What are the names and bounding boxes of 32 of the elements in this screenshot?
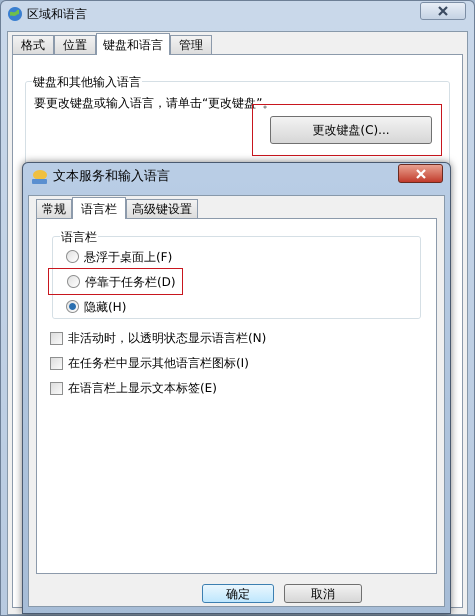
globe-icon (7, 6, 23, 22)
close-button[interactable] (420, 2, 466, 20)
checkbox[interactable] (50, 332, 63, 344)
group-title: 语言栏 (60, 228, 98, 246)
checkbox[interactable] (50, 382, 63, 394)
radio-label: 隐藏(H) (84, 298, 126, 316)
radio-label: 悬浮于桌面上(F) (84, 248, 172, 266)
dialog-button[interactable]: 确定 (202, 584, 274, 603)
checkbox-label: 在任务栏中显示其他语言栏图标(I) (68, 355, 249, 372)
tab[interactable]: 常规 (36, 199, 72, 218)
instruction-text: 要更改键盘或输入语言，请单击“更改键盘”。 (34, 95, 274, 112)
checkbox[interactable] (50, 356, 63, 370)
radio-button[interactable] (67, 275, 80, 288)
tab[interactable]: 键盘和语言 (96, 33, 170, 55)
change-keyboard-button[interactable]: 更改键盘(C)... (270, 116, 432, 144)
tab[interactable]: 语言栏 (72, 197, 126, 219)
group-title: 键盘和其他输入语言 (32, 73, 142, 91)
dialog-title: 文本服务和输入语言 (53, 168, 170, 186)
close-icon (414, 168, 426, 178)
close-icon (437, 6, 449, 16)
close-button[interactable] (398, 164, 443, 183)
checkbox-label: 在语言栏上显示文本标签(E) (68, 380, 217, 397)
tab[interactable]: 位置 (54, 35, 96, 54)
dialog-button[interactable]: 取消 (284, 584, 362, 603)
radio-button[interactable] (66, 250, 79, 263)
radio-button[interactable] (66, 300, 79, 313)
tab[interactable]: 高级键设置 (126, 199, 198, 218)
tab[interactable]: 管理 (170, 35, 212, 54)
window-title: 区域和语言 (27, 6, 87, 23)
radio-label: 停靠于任务栏(D) (85, 274, 176, 290)
checkbox-label: 非活动时，以透明状态显示语言栏(N) (68, 330, 266, 347)
tab[interactable]: 格式 (12, 35, 54, 54)
